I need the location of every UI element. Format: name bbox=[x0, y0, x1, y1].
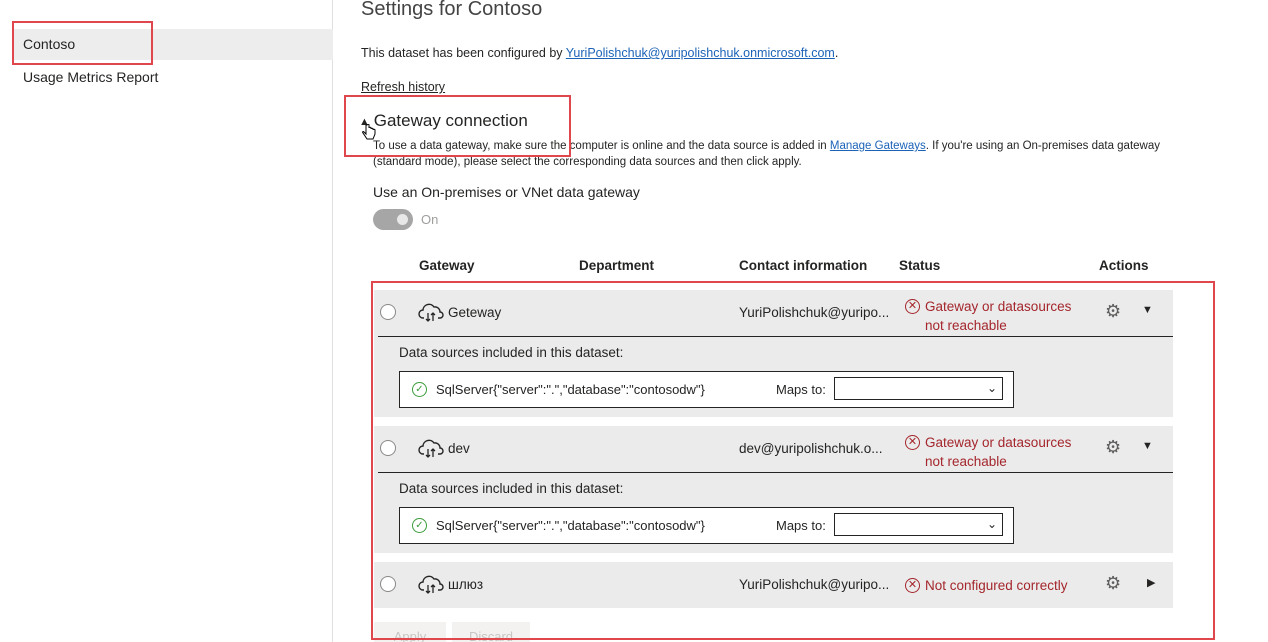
maps-to-select[interactable]: ⌄ bbox=[834, 513, 1003, 536]
gateway-group: Geteway YuriPolishchuk@yuripo... ✕ Gatew… bbox=[374, 290, 1173, 417]
gateway-group: dev dev@yuripolishchuk.o... ✕ Gateway or… bbox=[374, 426, 1173, 553]
gateway-radio[interactable] bbox=[380, 576, 396, 592]
cloud-gateway-icon bbox=[418, 439, 444, 458]
gear-icon[interactable]: ⚙ bbox=[1105, 437, 1121, 458]
sidebar-item-label: Contoso bbox=[23, 36, 76, 52]
data-sources-title: Data sources included in this dataset: bbox=[399, 481, 624, 496]
table-row[interactable]: dev dev@yuripolishchuk.o... ✕ Gateway or… bbox=[374, 426, 1173, 472]
data-source-name: SqlServer{"server":".","database":"conto… bbox=[436, 518, 705, 533]
gateway-name: dev bbox=[448, 441, 470, 456]
gear-icon[interactable]: ⚙ bbox=[1105, 301, 1121, 322]
data-sources-panel: Data sources included in this dataset: ✓… bbox=[378, 336, 1173, 418]
use-gateway-label: Use an On-premises or VNet data gateway bbox=[373, 184, 640, 200]
sidebar: Contoso Usage Metrics Report bbox=[0, 0, 333, 642]
chevron-right-icon[interactable]: ▶ bbox=[1147, 576, 1155, 589]
contact-info: dev@yuripolishchuk.o... bbox=[739, 441, 883, 456]
data-source-name: SqlServer{"server":".","database":"conto… bbox=[436, 382, 705, 397]
chevron-down-icon[interactable]: ▼ bbox=[1142, 440, 1153, 452]
discard-button[interactable]: Discard bbox=[452, 622, 530, 642]
sidebar-item-usage-metrics[interactable]: Usage Metrics Report bbox=[13, 62, 333, 93]
column-header-gateway: Gateway bbox=[419, 258, 475, 273]
check-circle-icon: ✓ bbox=[412, 518, 427, 533]
error-circle-icon: ✕ bbox=[905, 299, 920, 314]
gateway-name: шлюз bbox=[448, 577, 484, 592]
manage-gateways-link[interactable]: Manage Gateways bbox=[830, 140, 926, 152]
configured-by-text: This dataset has been configured by Yuri… bbox=[361, 46, 839, 60]
contact-info: YuriPolishchuk@yuripo... bbox=[739, 305, 890, 320]
sidebar-item-label: Usage Metrics Report bbox=[23, 69, 159, 85]
cloud-gateway-icon bbox=[418, 575, 444, 594]
gateway-description: To use a data gateway, make sure the com… bbox=[373, 140, 1160, 168]
table-row[interactable]: Geteway YuriPolishchuk@yuripo... ✕ Gatew… bbox=[374, 290, 1173, 336]
contact-info: YuriPolishchuk@yuripo... bbox=[739, 577, 890, 592]
gateway-group: шлюз YuriPolishchuk@yuripo... ✕ Not conf… bbox=[374, 562, 1173, 608]
maps-to-select[interactable]: ⌄ bbox=[834, 377, 1003, 400]
error-circle-icon: ✕ bbox=[905, 578, 920, 593]
chevron-down-icon: ⌄ bbox=[986, 381, 997, 395]
apply-button[interactable]: Apply bbox=[374, 622, 446, 642]
gateway-name: Geteway bbox=[448, 305, 502, 320]
gateway-radio[interactable] bbox=[380, 304, 396, 320]
column-header-contact: Contact information bbox=[739, 258, 868, 273]
column-header-actions: Actions bbox=[1099, 258, 1149, 273]
error-circle-icon: ✕ bbox=[905, 435, 920, 450]
configured-by-email-link[interactable]: YuriPolishchuk@yuripolishchuk.onmicrosof… bbox=[566, 46, 835, 60]
chevron-down-icon[interactable]: ▼ bbox=[1142, 304, 1153, 316]
gear-icon[interactable]: ⚙ bbox=[1105, 573, 1121, 594]
main-content: Settings for Contoso This dataset has be… bbox=[333, 0, 1268, 642]
sidebar-item-contoso[interactable]: Contoso bbox=[13, 29, 333, 60]
data-sources-panel: Data sources included in this dataset: ✓… bbox=[378, 472, 1173, 554]
refresh-history-link[interactable]: Refresh history bbox=[361, 80, 445, 94]
table-row[interactable]: шлюз YuriPolishchuk@yuripo... ✕ Not conf… bbox=[374, 562, 1173, 608]
data-source-row: ✓ SqlServer{"server":".","database":"con… bbox=[399, 371, 1014, 408]
maps-to-label: Maps to: bbox=[776, 382, 826, 397]
column-header-department: Department bbox=[579, 258, 655, 273]
check-circle-icon: ✓ bbox=[412, 382, 427, 397]
column-header-status: Status bbox=[899, 258, 941, 273]
status-text: ✕ Not configured correctly bbox=[905, 576, 1085, 595]
cloud-gateway-icon bbox=[418, 303, 444, 322]
data-sources-title: Data sources included in this dataset: bbox=[399, 345, 624, 360]
status-text: ✕ Gateway or datasources not reachable bbox=[905, 297, 1085, 335]
gateway-radio[interactable] bbox=[380, 440, 396, 456]
page-title: Settings for Contoso bbox=[361, 0, 543, 20]
maps-to-label: Maps to: bbox=[776, 518, 826, 533]
data-source-row: ✓ SqlServer{"server":".","database":"con… bbox=[399, 507, 1014, 544]
chevron-down-icon: ⌄ bbox=[986, 517, 997, 531]
use-gateway-toggle[interactable] bbox=[373, 209, 413, 230]
toggle-state-label: On bbox=[421, 212, 439, 227]
gateway-connection-title: Gateway connection bbox=[373, 111, 528, 130]
gateway-connection-header[interactable]: ▲ Gateway connection bbox=[359, 111, 528, 131]
status-text: ✕ Gateway or datasources not reachable bbox=[905, 433, 1085, 471]
